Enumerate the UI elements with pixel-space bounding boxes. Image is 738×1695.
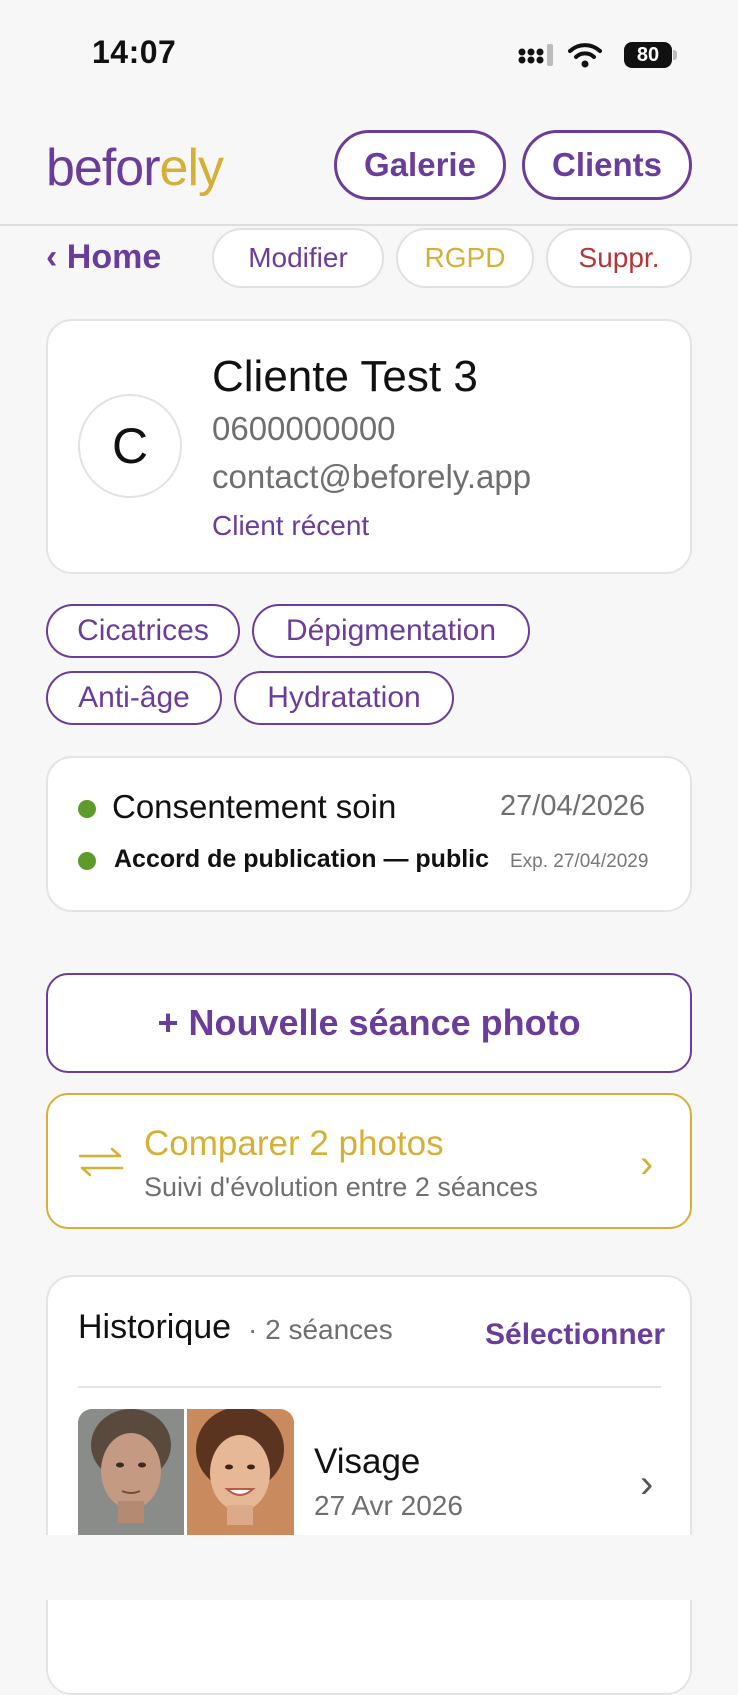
rgpd-button[interactable]: RGPD bbox=[396, 228, 534, 288]
consent-card bbox=[46, 756, 692, 912]
client-status: Client récent bbox=[212, 510, 370, 541]
bottom-safe-area bbox=[0, 1535, 738, 1600]
new-photo-session-button[interactable]: + Nouvelle séance photo bbox=[46, 973, 692, 1073]
publication-status-dot bbox=[78, 852, 96, 870]
consent-care-date: 27/04/2026 bbox=[500, 790, 646, 822]
logo-part-1: befor bbox=[46, 139, 161, 197]
history-title: Historique bbox=[78, 1308, 232, 1346]
chevron-right-icon[interactable]: › bbox=[640, 1462, 653, 1507]
status-time: 14:07 bbox=[92, 34, 177, 70]
consent-care-label: Consentement soin bbox=[112, 788, 397, 825]
client-name: Cliente Test 3 bbox=[212, 352, 478, 401]
tag-chip[interactable]: Hydratation bbox=[234, 671, 454, 725]
wifi-icon bbox=[568, 43, 602, 68]
back-home-link[interactable]: ‹ Home bbox=[46, 238, 161, 277]
tag-chip[interactable]: Dépigmentation bbox=[252, 604, 530, 658]
avatar: C bbox=[78, 394, 182, 498]
delete-button[interactable]: Suppr. bbox=[546, 228, 692, 288]
header-divider bbox=[0, 224, 738, 226]
gallery-button[interactable]: Galerie bbox=[334, 130, 506, 200]
client-phone[interactable]: 0600000000 bbox=[212, 410, 396, 448]
battery-indicator: 80 bbox=[624, 42, 672, 68]
compare-subtitle: Suivi d'évolution entre 2 séances bbox=[144, 1172, 538, 1202]
session-name[interactable]: Visage bbox=[314, 1442, 420, 1482]
consent-publication-expiry: Exp. 27/04/2029 bbox=[510, 851, 649, 872]
tag-chip[interactable]: Cicatrices bbox=[46, 604, 240, 658]
select-sessions-button[interactable]: Sélectionner bbox=[485, 1318, 665, 1352]
battery-nub bbox=[673, 50, 677, 60]
chevron-right-icon: › bbox=[640, 1142, 654, 1186]
client-email[interactable]: contact@beforely.app bbox=[212, 458, 531, 496]
app-logo[interactable]: beforely bbox=[46, 138, 224, 198]
logo-part-2: ely bbox=[159, 139, 224, 197]
history-divider bbox=[78, 1386, 661, 1388]
clients-button[interactable]: Clients bbox=[522, 130, 692, 200]
tag-chip[interactable]: Anti-âge bbox=[46, 671, 222, 725]
consent-publication-label: Accord de publication — public bbox=[114, 845, 490, 873]
consent-status-dot bbox=[78, 800, 96, 818]
cellular-signal-icon bbox=[518, 44, 553, 66]
session-date: 27 Avr 2026 bbox=[314, 1490, 463, 1521]
compare-title: Comparer 2 photos bbox=[144, 1124, 444, 1163]
edit-button[interactable]: Modifier bbox=[212, 228, 384, 288]
history-count: · 2 séances bbox=[248, 1314, 393, 1345]
swap-arrows-icon bbox=[78, 1147, 124, 1177]
